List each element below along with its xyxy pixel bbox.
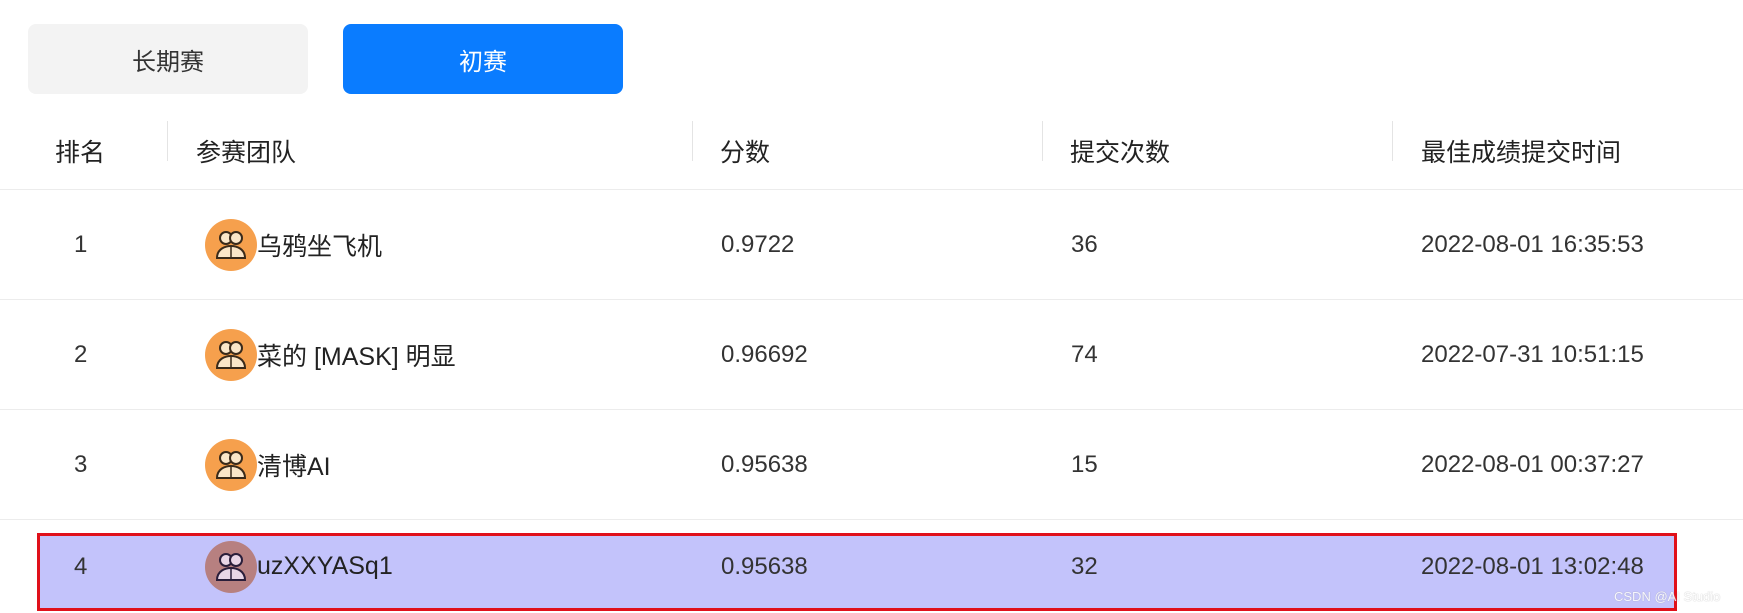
submissions-cell: 15 — [1071, 450, 1098, 478]
rank-cell: 2 — [74, 340, 88, 368]
column-divider — [692, 121, 693, 161]
best-time-cell: 2022-07-31 10:51:15 — [1421, 340, 1644, 368]
column-header-score: 分数 — [720, 139, 771, 167]
table-header: 排名 参赛团队 分数 提交次数 最佳成绩提交时间 — [0, 112, 1743, 190]
table-row[interactable]: 2 菜的 [MASK] 明显 0.96692 74 2022-07-31 10:… — [0, 300, 1743, 410]
column-header-best-time: 最佳成绩提交时间 — [1421, 139, 1622, 167]
best-time-cell: 2022-08-01 13:02:48 — [1421, 552, 1644, 580]
table-row-highlighted[interactable]: 4 uzXXYASq1 0.95638 32 2022-08-01 13:02:… — [0, 520, 1743, 613]
rank-cell: 3 — [74, 450, 88, 478]
team-avatar-icon — [205, 328, 257, 381]
best-time-cell: 2022-08-01 16:35:53 — [1421, 230, 1644, 258]
score-cell: 0.96692 — [721, 340, 808, 368]
column-header-rank: 排名 — [55, 139, 106, 167]
column-header-submissions: 提交次数 — [1070, 139, 1171, 167]
column-divider — [1392, 121, 1393, 161]
team-name[interactable]: 清博AI — [257, 447, 331, 483]
submissions-cell: 32 — [1071, 552, 1098, 580]
rank-cell: 1 — [74, 230, 88, 258]
team-name[interactable]: 菜的 [MASK] 明显 — [257, 337, 456, 373]
tab-long-term[interactable]: 长期赛 — [28, 24, 308, 94]
team-cell: 乌鸦坐飞机 — [205, 190, 382, 299]
team-avatar-icon — [205, 218, 257, 271]
team-name[interactable]: uzXXYASq1 — [257, 552, 393, 581]
column-header-team: 参赛团队 — [196, 139, 297, 167]
column-divider — [1042, 121, 1043, 161]
team-name[interactable]: 乌鸦坐飞机 — [257, 227, 382, 263]
stage-tabs: 长期赛 初赛 — [28, 24, 623, 94]
score-cell: 0.95638 — [721, 450, 808, 478]
tab-preliminary[interactable]: 初赛 — [343, 24, 623, 94]
team-cell: 菜的 [MASK] 明显 — [205, 300, 456, 409]
score-cell: 0.95638 — [721, 552, 808, 580]
team-avatar-icon — [205, 438, 257, 491]
watermark: CSDN @AI Studio — [1614, 589, 1721, 604]
submissions-cell: 74 — [1071, 340, 1098, 368]
team-cell: uzXXYASq1 — [205, 520, 393, 613]
column-divider — [167, 121, 168, 161]
table-row[interactable]: 1 乌鸦坐飞机 0.9722 36 2022-08-01 16:35:53 — [0, 190, 1743, 300]
leaderboard-page: 长期赛 初赛 排名 参赛团队 分数 提交次数 最佳成绩提交时间 1 乌鸦坐飞机 — [0, 0, 1743, 613]
table-row[interactable]: 3 清博AI 0.95638 15 2022-08-01 00:37:27 — [0, 410, 1743, 520]
rank-cell: 4 — [74, 552, 88, 580]
best-time-cell: 2022-08-01 00:37:27 — [1421, 450, 1644, 478]
score-cell: 0.9722 — [721, 230, 795, 258]
team-cell: 清博AI — [205, 410, 331, 519]
submissions-cell: 36 — [1071, 230, 1098, 258]
team-avatar-icon — [205, 540, 257, 593]
